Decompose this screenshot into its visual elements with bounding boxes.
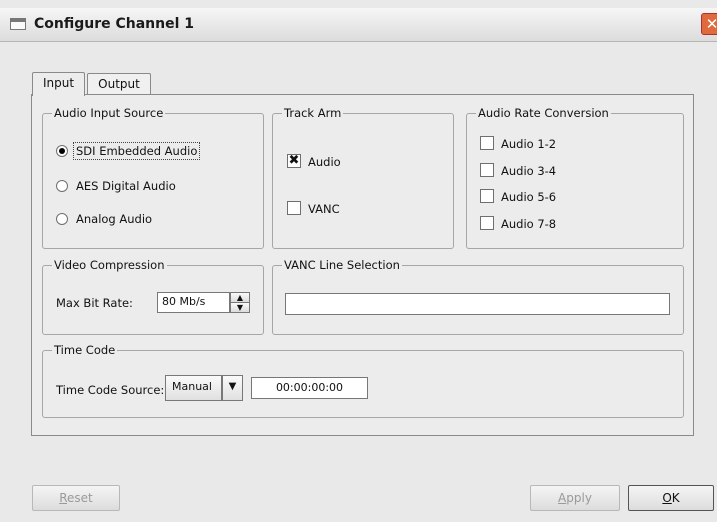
- radio-analog-audio[interactable]: [56, 213, 68, 225]
- vanc-line-selection-legend: VANC Line Selection: [282, 258, 402, 272]
- window-icon: [10, 18, 26, 30]
- ok-button[interactable]: OK: [628, 485, 714, 511]
- reset-button[interactable]: Reset: [32, 485, 120, 511]
- checkbox-audio-7-8[interactable]: [480, 216, 494, 230]
- analog-audio-label[interactable]: Analog Audio: [76, 212, 152, 226]
- time-code-source-dropdown[interactable]: Manual: [165, 375, 222, 401]
- reset-mnemonic: R: [59, 491, 68, 505]
- audio-3-4-label[interactable]: Audio 3-4: [501, 164, 556, 178]
- track-arm-audio-label[interactable]: Audio: [308, 155, 341, 169]
- checkbox-track-arm-audio[interactable]: ✖: [287, 154, 301, 168]
- time-code-legend: Time Code: [52, 343, 118, 357]
- checkbox-audio-5-6[interactable]: [480, 189, 494, 203]
- ok-label-rest: K: [671, 491, 680, 505]
- tab-input[interactable]: Input: [32, 72, 85, 96]
- tab-output[interactable]: Output: [87, 73, 151, 95]
- close-button[interactable]: ✕: [701, 13, 717, 35]
- radio-aes-digital-audio[interactable]: [56, 180, 68, 192]
- max-bit-rate-field[interactable]: 80 Mb/s: [157, 292, 230, 313]
- audio-1-2-label[interactable]: Audio 1-2: [501, 137, 556, 151]
- track-arm-vanc-label[interactable]: VANC: [308, 202, 340, 216]
- max-bit-rate-label: Max Bit Rate:: [56, 296, 133, 310]
- title-bar: Configure Channel 1 ✕: [0, 8, 717, 42]
- reset-label-rest: eset: [67, 491, 93, 505]
- audio-rate-conversion-legend: Audio Rate Conversion: [476, 106, 611, 120]
- video-compression-legend: Video Compression: [52, 258, 167, 272]
- timecode-input[interactable]: 00:00:00:00: [251, 377, 368, 399]
- track-arm-legend: Track Arm: [282, 106, 344, 120]
- vanc-line-selection-input[interactable]: [285, 293, 670, 315]
- audio-5-6-label[interactable]: Audio 5-6: [501, 190, 556, 204]
- time-code-source-label: Time Code Source:: [56, 383, 165, 397]
- audio-rate-conversion-group: [466, 113, 684, 249]
- track-arm-group: [272, 113, 454, 249]
- chevron-down-icon[interactable]: ▼: [222, 375, 243, 401]
- sdi-embedded-audio-label[interactable]: SDI Embedded Audio: [73, 142, 201, 160]
- audio-7-8-label[interactable]: Audio 7-8: [501, 217, 556, 231]
- checkbox-audio-3-4[interactable]: [480, 163, 494, 177]
- checkbox-track-arm-vanc[interactable]: [287, 201, 301, 215]
- window-title: Configure Channel 1: [34, 16, 195, 32]
- radio-sdi-embedded-audio[interactable]: [56, 145, 68, 157]
- apply-label-rest: pply: [566, 491, 592, 505]
- apply-button[interactable]: Apply: [530, 485, 620, 511]
- ok-mnemonic: O: [662, 491, 672, 505]
- audio-input-source-legend: Audio Input Source: [52, 106, 166, 120]
- spin-down-button[interactable]: ▼: [230, 302, 250, 313]
- checkbox-audio-1-2[interactable]: [480, 136, 494, 150]
- aes-digital-audio-label[interactable]: AES Digital Audio: [76, 179, 176, 193]
